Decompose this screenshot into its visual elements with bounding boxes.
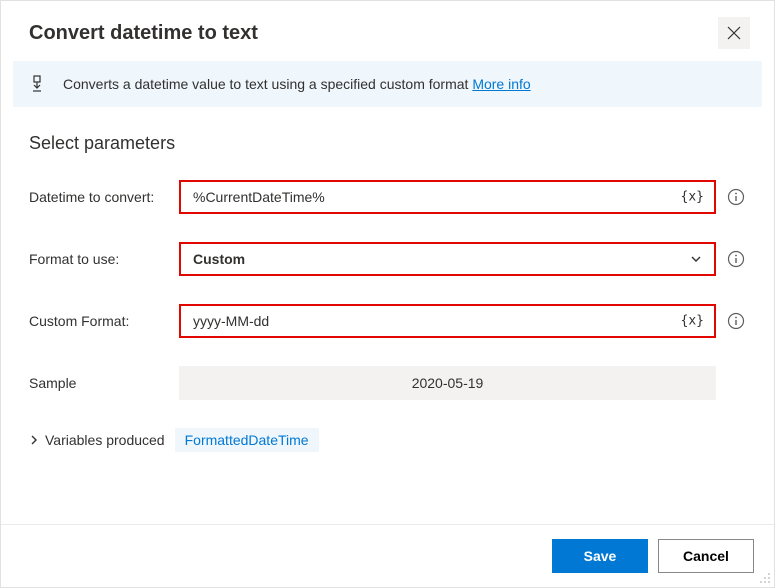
input-datetime-value: %CurrentDateTime% bbox=[193, 189, 325, 205]
info-icon-format[interactable] bbox=[726, 249, 746, 269]
dropdown-format-value: Custom bbox=[193, 251, 245, 267]
dialog-title: Convert datetime to text bbox=[29, 22, 258, 45]
save-button[interactable]: Save bbox=[552, 539, 648, 573]
chevron-right-icon bbox=[29, 435, 39, 445]
close-button[interactable] bbox=[718, 17, 750, 49]
dialog-footer: Save Cancel bbox=[1, 524, 774, 587]
more-info-link[interactable]: More info bbox=[472, 76, 530, 92]
dialog-body: Select parameters Datetime to convert: %… bbox=[1, 107, 774, 452]
close-icon bbox=[727, 26, 741, 40]
input-datetime-to-convert[interactable]: %CurrentDateTime% {x} bbox=[179, 180, 716, 214]
label-sample: Sample bbox=[29, 375, 179, 391]
variable-picker-icon[interactable]: {x} bbox=[681, 314, 704, 329]
info-icon-datetime[interactable] bbox=[726, 187, 746, 207]
resize-grip-icon[interactable] bbox=[759, 572, 771, 584]
row-custom-format: Custom Format: yyyy-MM-dd {x} bbox=[29, 304, 746, 338]
sample-value: 2020-05-19 bbox=[412, 375, 484, 391]
section-title: Select parameters bbox=[29, 133, 746, 154]
input-custom-format-value: yyyy-MM-dd bbox=[193, 313, 269, 329]
dialog-header: Convert datetime to text bbox=[1, 1, 774, 61]
dropdown-format-to-use[interactable]: Custom bbox=[179, 242, 716, 276]
variable-chip-formatteddatetime[interactable]: FormattedDateTime bbox=[175, 428, 319, 452]
row-variables-produced: Variables produced FormattedDateTime bbox=[29, 428, 746, 452]
variables-produced-label: Variables produced bbox=[45, 432, 165, 448]
label-custom-format: Custom Format: bbox=[29, 313, 179, 329]
chevron-down-icon bbox=[690, 253, 702, 265]
cancel-button[interactable]: Cancel bbox=[658, 539, 754, 573]
label-datetime: Datetime to convert: bbox=[29, 189, 179, 205]
label-format: Format to use: bbox=[29, 251, 179, 267]
variables-produced-toggle[interactable]: Variables produced bbox=[29, 432, 165, 448]
info-icon-custom[interactable] bbox=[726, 311, 746, 331]
input-custom-format[interactable]: yyyy-MM-dd {x} bbox=[179, 304, 716, 338]
row-datetime-to-convert: Datetime to convert: %CurrentDateTime% {… bbox=[29, 180, 746, 214]
info-banner: Converts a datetime value to text using … bbox=[13, 61, 762, 107]
sample-output: 2020-05-19 bbox=[179, 366, 716, 400]
row-sample: Sample 2020-05-19 bbox=[29, 366, 746, 400]
banner-text: Converts a datetime value to text using … bbox=[63, 76, 531, 92]
action-icon bbox=[31, 75, 49, 93]
variable-picker-icon[interactable]: {x} bbox=[681, 190, 704, 205]
row-format-to-use: Format to use: Custom bbox=[29, 242, 746, 276]
banner-description: Converts a datetime value to text using … bbox=[63, 76, 468, 92]
